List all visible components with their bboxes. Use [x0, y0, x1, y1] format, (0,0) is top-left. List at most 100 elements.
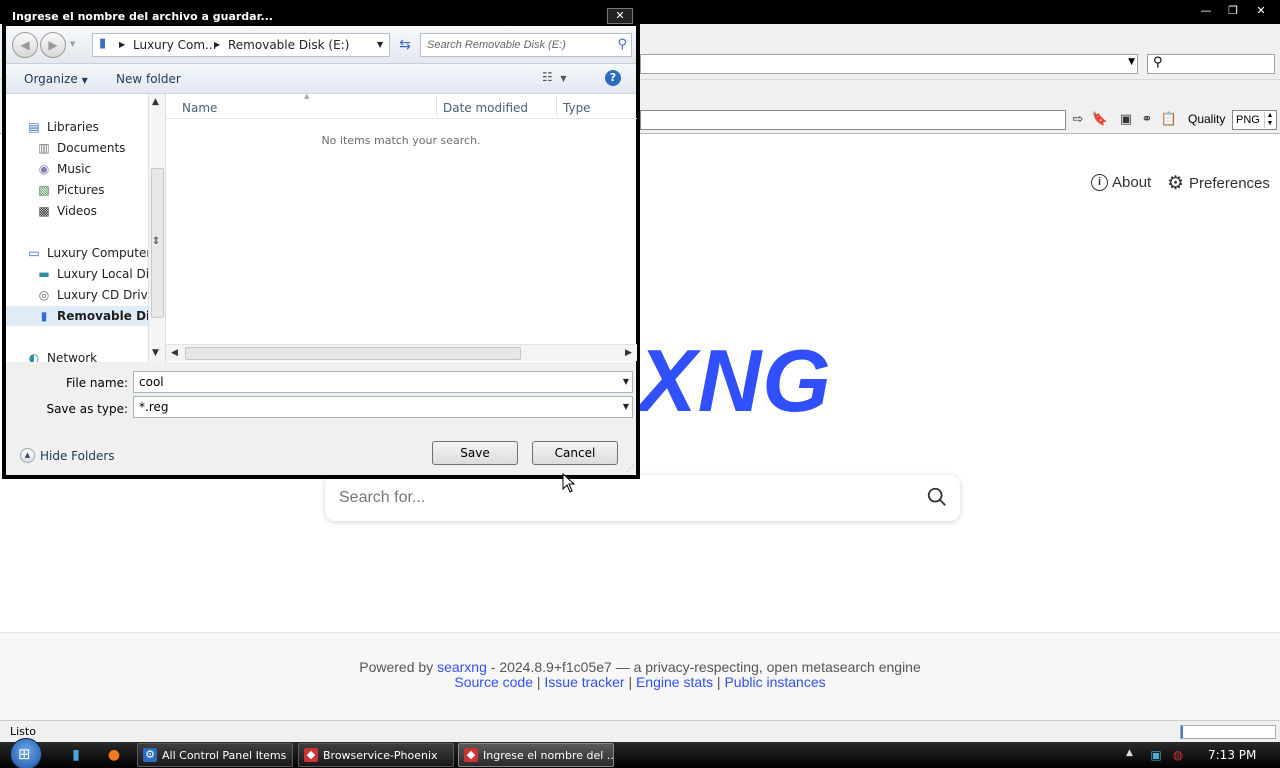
- nav-item-cd-drive[interactable]: ◎ Luxury CD Drive (: [6, 285, 148, 305]
- separator: |: [628, 674, 633, 690]
- back-button[interactable]: ◀: [12, 32, 38, 58]
- nav-item-pictures[interactable]: ▧ Pictures: [6, 180, 148, 200]
- new-folder-button[interactable]: New folder: [116, 72, 181, 86]
- horizontal-scrollbar[interactable]: ◀ ▶: [166, 344, 637, 361]
- footer-links: Source code | Issue tracker | Engine sta…: [0, 674, 1280, 690]
- chevron-right-icon[interactable]: ▶: [119, 40, 125, 49]
- chevron-down-icon[interactable]: ▼: [623, 377, 629, 386]
- explorer-icon[interactable]: ▮: [66, 746, 86, 764]
- task-browservice[interactable]: ◆ Browservice-Phoenix: [298, 743, 454, 767]
- maximize-button[interactable]: ❐: [1222, 3, 1244, 19]
- public-instances-link[interactable]: Public instances: [724, 674, 825, 690]
- chevron-up-icon: ▲: [20, 448, 35, 463]
- nav-item-computer[interactable]: ▭ Luxury Computer: [6, 243, 148, 263]
- start-button[interactable]: ⊞: [10, 738, 42, 768]
- scroll-down-icon[interactable]: ▼: [152, 348, 159, 358]
- engine-stats-link[interactable]: Engine stats: [636, 674, 713, 690]
- navigation-pane: ▤ Libraries ▥ Documents ◉ Music ▧ Pictur…: [6, 94, 148, 362]
- nav-item-videos[interactable]: ▩ Videos: [6, 201, 148, 221]
- dialog-close-button[interactable]: ✕: [607, 8, 633, 24]
- browser-search-box[interactable]: ⚲: [1147, 54, 1275, 74]
- save-button[interactable]: Save: [432, 441, 518, 465]
- organize-button[interactable]: Organize ▼: [24, 72, 88, 86]
- breadcrumb-item[interactable]: Removable Disk (E:): [228, 38, 349, 52]
- cd-drive-icon: ◎: [38, 288, 50, 302]
- preferences-link[interactable]: ⚙ Preferences: [1166, 174, 1270, 193]
- nav-item-label: Luxury CD Drive (: [57, 288, 148, 302]
- videos-icon: ▩: [38, 204, 50, 218]
- command-bar: Organize ▼ New folder ☷ ▼ ?: [6, 64, 636, 94]
- browservice-url-field[interactable]: [640, 110, 1066, 130]
- network-tray-icon[interactable]: ▣: [1148, 747, 1164, 763]
- resize-grip-icon[interactable]: ⋰: [626, 464, 634, 473]
- source-code-link[interactable]: Source code: [454, 674, 533, 690]
- version-text: - 2024.8.9+f1c05e7 — a privacy-respectin…: [490, 659, 921, 675]
- breadcrumb[interactable]: ▮ ▶ Luxury Com... ▶ Removable Disk (E:) …: [92, 33, 390, 57]
- file-name-label: File name:: [66, 376, 128, 390]
- tray-expand-icon[interactable]: ▲: [1126, 748, 1133, 758]
- browservice-icon: ◆: [304, 748, 318, 762]
- nav-item-local-disk[interactable]: ▬ Luxury Local Disk: [6, 264, 148, 284]
- sort-up-icon: ▲: [304, 92, 310, 100]
- cancel-button[interactable]: Cancel: [532, 441, 618, 465]
- chevron-down-icon[interactable]: ▼: [623, 402, 629, 411]
- address-bar[interactable]: ▼: [640, 54, 1138, 74]
- task-control-panel[interactable]: ⚙ All Control Panel Items: [137, 743, 293, 767]
- nav-item-music[interactable]: ◉ Music: [6, 159, 148, 179]
- quality-select[interactable]: PNG ▲ ▼: [1232, 110, 1277, 130]
- libraries-icon: ▤: [28, 120, 40, 134]
- local-disk-icon: ▬: [38, 267, 50, 281]
- search-icon[interactable]: ⚲: [617, 37, 627, 52]
- close-window-button[interactable]: ✕: [1250, 3, 1272, 19]
- minimize-button[interactable]: —: [1195, 3, 1217, 19]
- nav-item-libraries[interactable]: ▤ Libraries: [6, 117, 148, 137]
- chevron-right-icon[interactable]: ▶: [214, 40, 220, 49]
- bookmark-icon[interactable]: 🔖: [1091, 111, 1109, 129]
- find-binoculars-icon[interactable]: ⚭: [1138, 111, 1156, 129]
- music-icon: ◉: [38, 162, 50, 176]
- nav-item-removable-disk[interactable]: ▮ Removable Disk: [6, 306, 148, 326]
- scroll-up-icon[interactable]: ▲: [152, 97, 159, 107]
- firefox-icon[interactable]: ●: [104, 746, 124, 764]
- refresh-icon[interactable]: ⇆: [394, 34, 416, 56]
- about-link[interactable]: i About: [1091, 174, 1151, 191]
- dialog-search-input[interactable]: [427, 37, 597, 53]
- forward-button[interactable]: ▶: [40, 32, 66, 58]
- file-name-input[interactable]: [139, 374, 609, 390]
- about-label: About: [1112, 174, 1152, 191]
- empty-message: No items match your search.: [321, 134, 481, 147]
- scroll-right-icon[interactable]: ▶: [625, 348, 632, 358]
- logo-text: XNG: [638, 331, 832, 422]
- bookmarks-list-icon[interactable]: ▣: [1117, 111, 1135, 129]
- clock[interactable]: 7:13 PM: [1208, 748, 1256, 762]
- nav-item-label: Pictures: [57, 183, 105, 197]
- column-type[interactable]: Type: [563, 101, 591, 115]
- task-save-dialog[interactable]: ◆ Ingrese el nombre del ...: [458, 743, 614, 767]
- column-name[interactable]: Name: [182, 101, 217, 115]
- browservice-icon: ◆: [464, 748, 478, 762]
- chevron-down-icon[interactable]: ▼: [1128, 57, 1135, 67]
- breadcrumb-item[interactable]: Luxury Com...: [133, 38, 217, 52]
- spinner-arrows-icon[interactable]: ▲ ▼: [1264, 112, 1275, 128]
- dialog-title: Ingrese el nombre del archivo a guardar.…: [12, 10, 273, 23]
- issue-tracker-link[interactable]: Issue tracker: [544, 674, 624, 690]
- scroll-left-icon[interactable]: ◀: [171, 348, 178, 358]
- searxng-link[interactable]: searxng: [437, 659, 487, 675]
- go-arrow-icon[interactable]: ⇨: [1069, 111, 1087, 129]
- clipboard-icon[interactable]: 📋: [1160, 111, 1178, 129]
- views-button[interactable]: ☷ ▼: [542, 70, 567, 84]
- security-tray-icon[interactable]: ◍: [1170, 747, 1186, 763]
- hide-folders-button[interactable]: ▲ Hide Folders: [20, 448, 115, 463]
- search-input[interactable]: [339, 485, 899, 511]
- nav-item-network[interactable]: ◐ Network: [6, 348, 148, 362]
- nav-item-documents[interactable]: ▥ Documents: [6, 138, 148, 158]
- help-icon[interactable]: ?: [605, 70, 621, 86]
- chevron-down-icon[interactable]: ▼: [377, 40, 383, 49]
- save-as-type-select[interactable]: *.reg ▼: [133, 396, 633, 418]
- chevron-down-icon[interactable]: ▼: [70, 40, 75, 48]
- search-icon[interactable]: [926, 486, 948, 508]
- scroll-thumb[interactable]: [185, 347, 521, 360]
- nav-scrollbar[interactable]: ▲ ⇕ ▼: [148, 94, 165, 362]
- nav-item-label: Videos: [57, 204, 97, 218]
- column-date-modified[interactable]: Date modified: [443, 101, 528, 115]
